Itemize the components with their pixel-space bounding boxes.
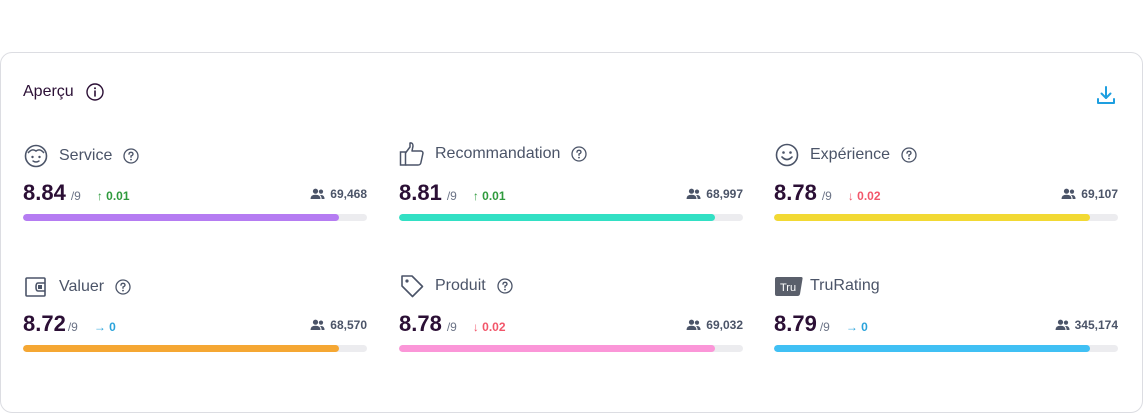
- metric-delta: → 0: [845, 320, 868, 334]
- metric-trurating: Tru TruRating 8.79 /9 → 0 345,174: [774, 272, 1118, 352]
- metric-score: 8.78: [774, 180, 817, 205]
- metric-score: 8.84: [23, 180, 66, 205]
- response-count-value: 68,570: [330, 318, 367, 332]
- users-icon: [310, 319, 325, 330]
- question-circle-icon[interactable]: [497, 278, 513, 294]
- response-count: 69,032: [686, 318, 743, 332]
- score-bar-fill: [774, 214, 1091, 221]
- metric-delta: → 0: [93, 320, 116, 334]
- metric-delta: ↑ 0.01: [472, 189, 506, 203]
- metric-scale: /9: [446, 189, 457, 203]
- card-title: Aperçu: [23, 83, 74, 100]
- metric-recommandation: Recommandation 8.81 /9 ↑ 0.01 68,997: [399, 140, 743, 221]
- metric-experience: Expérience 8.78 /9 ↓ 0.02 69,107: [774, 141, 1118, 221]
- metric-score: 8.78: [399, 311, 442, 336]
- question-circle-icon[interactable]: [901, 147, 917, 163]
- info-circle-icon[interactable]: [86, 83, 104, 101]
- users-icon: [686, 319, 701, 330]
- score-bar-fill: [23, 345, 340, 352]
- metric-label: Service: [59, 147, 113, 164]
- question-circle-icon[interactable]: [123, 148, 140, 164]
- thumbs-up-icon: [399, 141, 425, 167]
- response-count: 68,570: [310, 318, 367, 332]
- response-count-value: 68,997: [706, 187, 743, 201]
- response-count-value: 69,107: [1081, 187, 1118, 201]
- metric-service: Service 8.84 /9 ↑ 0.01 69,468: [23, 142, 367, 221]
- score-bar: [774, 345, 1118, 352]
- metric-label: Expérience: [810, 146, 891, 163]
- response-count-value: 69,032: [706, 318, 743, 332]
- users-icon: [310, 188, 325, 199]
- smiley-icon: [774, 142, 800, 168]
- response-count-value: 345,174: [1074, 318, 1118, 332]
- metric-scale: /9: [821, 189, 832, 203]
- metric-label: Produit: [435, 277, 486, 294]
- score-bar: [23, 345, 367, 352]
- metric-scale: /9: [446, 320, 457, 334]
- metric-scale: /9: [819, 320, 830, 334]
- question-circle-icon[interactable]: [115, 279, 131, 295]
- metric-score: 8.81: [399, 180, 442, 205]
- svg-text:Tru: Tru: [780, 282, 796, 294]
- response-count-value: 69,468: [330, 187, 367, 201]
- response-count: 68,997: [686, 187, 743, 201]
- face-icon: [23, 143, 49, 169]
- trurating-logo-icon: Tru: [774, 273, 804, 299]
- overview-card: Aperçu Service 8.84 /9 ↑ 0.01 69,468 Rec…: [0, 52, 1143, 413]
- score-bar-fill: [23, 214, 340, 221]
- score-bar: [774, 214, 1118, 221]
- score-bar: [23, 214, 367, 221]
- metric-label: TruRating: [810, 277, 880, 294]
- score-bar: [399, 214, 743, 221]
- score-bar-fill: [399, 345, 716, 352]
- download-icon: [1097, 86, 1115, 104]
- metric-label: Recommandation: [435, 145, 561, 162]
- metric-produit: Produit 8.78 /9 ↓ 0.02 69,032: [399, 272, 743, 352]
- metric-label: Valuer: [59, 278, 105, 295]
- metric-delta: ↑ 0.01: [96, 189, 130, 203]
- card-header: Aperçu: [23, 83, 104, 101]
- wallet-icon: [23, 274, 49, 300]
- metric-scale: /9: [67, 320, 78, 334]
- metric-valuer: Valuer 8.72 /9 → 0 68,570: [23, 273, 367, 352]
- metric-score: 8.79: [774, 311, 817, 336]
- users-icon: [686, 188, 701, 199]
- users-icon: [1061, 188, 1076, 199]
- score-bar-fill: [399, 214, 716, 221]
- metric-score: 8.72: [23, 311, 66, 336]
- metric-delta: ↓ 0.02: [847, 189, 881, 203]
- metric-scale: /9: [70, 189, 81, 203]
- metric-delta: ↓ 0.02: [472, 320, 506, 334]
- question-circle-icon[interactable]: [571, 146, 588, 162]
- users-icon: [1055, 319, 1070, 330]
- response-count: 69,107: [1061, 187, 1118, 201]
- tag-icon: [399, 273, 425, 299]
- score-bar: [399, 345, 743, 352]
- response-count: 345,174: [1055, 318, 1118, 332]
- download-button[interactable]: [1094, 83, 1118, 107]
- score-bar-fill: [774, 345, 1091, 352]
- response-count: 69,468: [310, 187, 367, 201]
